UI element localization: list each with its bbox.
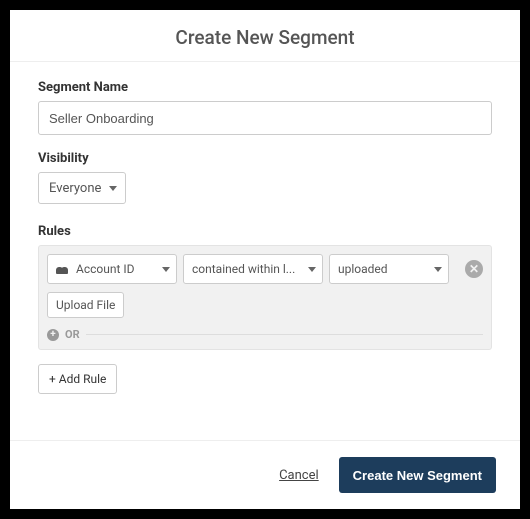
chevron-down-icon — [109, 186, 117, 191]
modal-header: Create New Segment — [10, 10, 520, 62]
add-rule-button[interactable]: + Add Rule — [38, 364, 117, 394]
create-segment-modal: Create New Segment Segment Name Visibili… — [10, 10, 520, 509]
chevron-down-icon — [308, 267, 316, 272]
chevron-down-icon — [434, 267, 442, 272]
rule-property-value: Account ID — [76, 262, 158, 276]
rule-operator-value: contained within l... — [192, 262, 304, 276]
rule-property-dropdown[interactable]: Account ID — [47, 254, 177, 284]
rule-value-dropdown[interactable]: uploaded — [329, 254, 449, 284]
modal-title: Create New Segment — [10, 26, 520, 49]
chevron-down-icon — [162, 267, 170, 272]
rule-block: Account ID contained within l... uploade… — [38, 245, 492, 350]
close-icon: ✕ — [469, 262, 479, 276]
rules-section: Rules Account ID contained within l... u… — [38, 224, 492, 394]
cancel-button[interactable]: Cancel — [279, 468, 319, 483]
visibility-group: Visibility Everyone — [38, 151, 492, 204]
create-segment-button[interactable]: Create New Segment — [339, 457, 496, 493]
remove-rule-button[interactable]: ✕ — [465, 260, 483, 278]
visibility-selected: Everyone — [49, 181, 101, 196]
segment-name-input[interactable] — [38, 101, 492, 135]
segment-name-label: Segment Name — [38, 80, 492, 95]
visibility-dropdown[interactable]: Everyone — [38, 172, 126, 204]
rules-label: Rules — [38, 224, 492, 239]
rule-operator-dropdown[interactable]: contained within l... — [183, 254, 323, 284]
people-icon — [56, 264, 70, 274]
visibility-label: Visibility — [38, 151, 492, 166]
divider — [86, 334, 483, 335]
upload-file-button[interactable]: Upload File — [47, 292, 124, 318]
plus-circle-icon: + — [47, 329, 59, 341]
modal-body: Segment Name Visibility Everyone Rules A… — [10, 62, 520, 440]
modal-footer: Cancel Create New Segment — [10, 440, 520, 509]
segment-name-group: Segment Name — [38, 80, 492, 135]
or-row[interactable]: + OR — [47, 328, 483, 341]
rule-row: Account ID contained within l... uploade… — [47, 254, 483, 284]
rule-value-value: uploaded — [338, 262, 430, 276]
or-label: OR — [65, 328, 80, 341]
